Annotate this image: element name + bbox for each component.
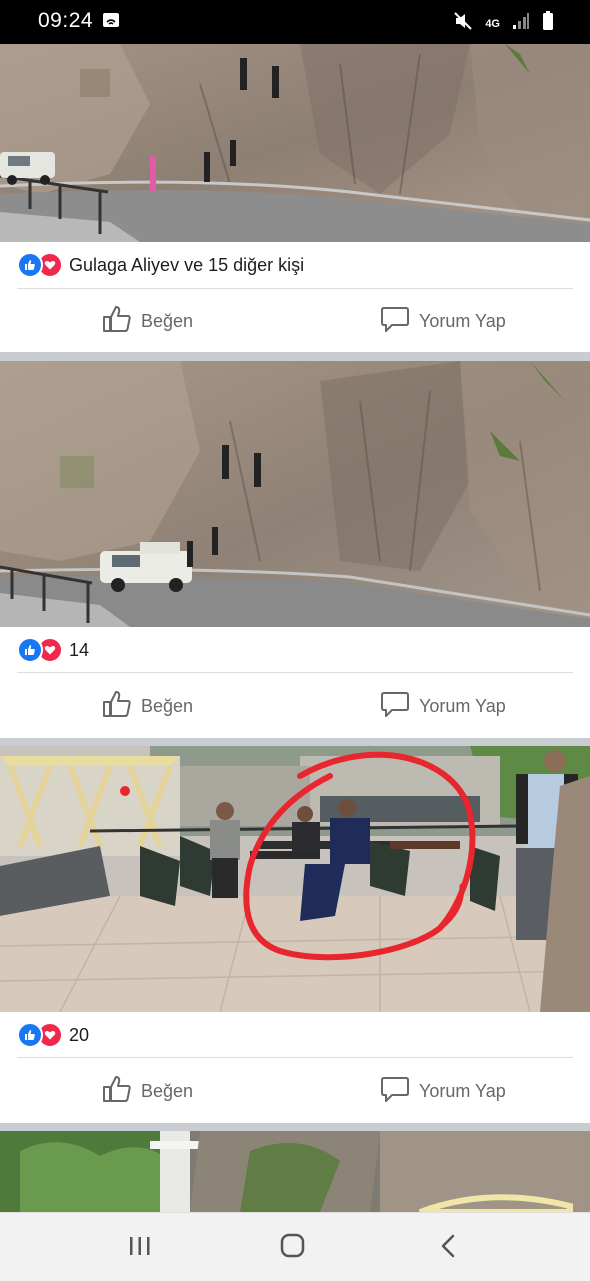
like-label: Beğen — [141, 695, 194, 716]
comment-label: Yorum Yap — [419, 1080, 506, 1101]
status-bar: 09:24 4G — [0, 0, 590, 44]
feed-post: 20 Beğen Yorum Yap — [0, 746, 590, 1123]
like-icon — [17, 252, 43, 278]
like-button[interactable]: Beğen — [102, 1071, 193, 1111]
post-photo[interactable] — [0, 44, 590, 242]
reactions-summary[interactable]: 14 — [17, 635, 89, 665]
post-photo[interactable] — [0, 361, 590, 627]
like-icon — [17, 637, 43, 663]
like-button[interactable]: Beğen — [102, 686, 193, 726]
like-icon — [17, 1022, 43, 1048]
feed-post — [0, 1131, 590, 1212]
home-icon[interactable] — [280, 1233, 306, 1264]
like-label: Beğen — [141, 310, 194, 331]
thumbs-up-icon — [102, 305, 132, 338]
signal-icon — [512, 12, 530, 35]
comment-button[interactable]: Yorum Yap — [380, 1071, 506, 1111]
recent-apps-icon[interactable] — [127, 1233, 153, 1264]
like-button[interactable]: Beğen — [102, 301, 193, 341]
system-nav-bar — [0, 1212, 590, 1281]
comment-label: Yorum Yap — [419, 695, 506, 716]
divider — [17, 1057, 573, 1058]
status-time: 09:24 — [38, 9, 94, 32]
comment-label: Yorum Yap — [419, 310, 506, 331]
divider — [17, 672, 573, 673]
feed-post: 14 Beğen Yorum Yap — [0, 361, 590, 738]
like-label: Beğen — [141, 1080, 194, 1101]
divider — [17, 288, 573, 289]
post-photo[interactable] — [0, 746, 590, 1012]
reaction-count: 20 — [69, 1024, 90, 1045]
mute-icon — [453, 11, 473, 36]
reactions-summary[interactable]: Gulaga Aliyev ve 15 diğer kişi — [17, 250, 304, 280]
battery-icon — [542, 11, 554, 36]
feed-post: Gulaga Aliyev ve 15 diğer kişi Beğen Yor… — [0, 44, 590, 352]
network-type: 4G — [485, 17, 500, 30]
reactions-summary[interactable]: 20 — [17, 1020, 89, 1050]
thumbs-up-icon — [102, 1075, 132, 1108]
screen-mirror-icon — [102, 12, 120, 33]
post-photo[interactable] — [0, 1131, 590, 1212]
reaction-count: Gulaga Aliyev ve 15 diğer kişi — [69, 254, 305, 275]
comment-bubble-icon — [380, 690, 410, 723]
reaction-count: 14 — [69, 639, 90, 660]
back-icon[interactable] — [436, 1233, 462, 1264]
comment-bubble-icon — [380, 1075, 410, 1108]
thumbs-up-icon — [102, 690, 132, 723]
comment-button[interactable]: Yorum Yap — [380, 686, 506, 726]
comment-button[interactable]: Yorum Yap — [380, 301, 506, 341]
comment-bubble-icon — [380, 305, 410, 338]
